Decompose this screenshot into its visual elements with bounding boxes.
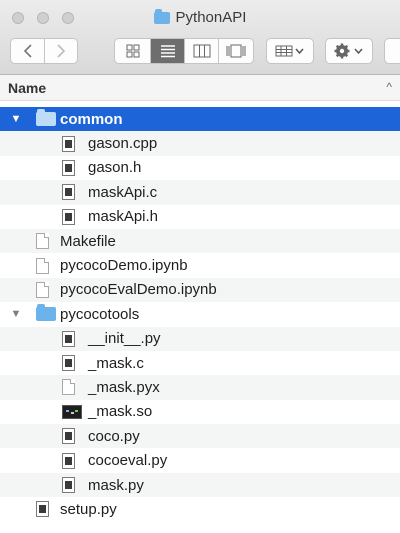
file-row[interactable]: setup.py (0, 497, 400, 521)
source-file-icon (62, 208, 75, 225)
file-row[interactable]: pycocoDemo.ipynb (0, 253, 400, 277)
file-row[interactable]: cocoeval.py (0, 448, 400, 472)
file-name: _mask.so (88, 403, 153, 421)
file-row[interactable]: _mask.so (0, 400, 400, 424)
file-name: pycocoDemo.ipynb (60, 257, 188, 275)
column-view-button[interactable] (185, 39, 219, 63)
file-row[interactable]: gason.h (0, 156, 400, 180)
icon-view-icon (126, 44, 139, 58)
source-file-icon (62, 330, 75, 347)
source-file-icon (62, 355, 75, 372)
coverflow-view-button[interactable] (219, 39, 253, 63)
file-name: mask.py (88, 476, 144, 494)
file-name: cocoeval.py (88, 452, 168, 470)
list-view-icon (160, 45, 175, 58)
chevron-right-icon (57, 44, 66, 58)
source-file-icon (62, 135, 75, 152)
file-name: maskApi.c (88, 183, 158, 201)
file-name: pycocotools (60, 305, 140, 323)
back-button[interactable] (11, 39, 45, 63)
arrange-button[interactable] (266, 38, 314, 64)
source-file-icon (62, 452, 75, 469)
disclosure-triangle-icon[interactable]: ▼ (10, 113, 22, 125)
finder-window: PythonAPI Name ^ ▼ common gason.cpp gaso… (0, 0, 400, 533)
binary-file-icon (62, 404, 82, 419)
file-name: gason.cpp (88, 135, 158, 153)
file-row[interactable]: coco.py (0, 424, 400, 449)
file-name: setup.py (60, 500, 117, 518)
file-name: coco.py (88, 427, 140, 445)
file-row[interactable]: Makefile (0, 228, 400, 254)
file-name: _mask.pyx (88, 378, 160, 396)
file-name: gason.h (88, 159, 142, 177)
coverflow-view-icon (226, 44, 246, 58)
source-file-icon (62, 159, 75, 176)
source-file-icon (62, 428, 75, 445)
arrange-grid-icon (275, 45, 304, 57)
source-file-icon (36, 501, 49, 518)
file-name: Makefile (60, 232, 116, 250)
view-mode-selector (114, 38, 254, 64)
file-row[interactable]: maskApi.h (0, 205, 400, 229)
source-file-icon (62, 477, 75, 494)
document-icon (62, 379, 75, 396)
toolbar: PythonAPI (0, 0, 400, 75)
file-name: maskApi.h (88, 208, 159, 226)
toolbar-overflow-button[interactable] (384, 38, 400, 64)
file-row[interactable]: _mask.c (0, 351, 400, 375)
folder-row[interactable]: ▼ pycocotools (0, 302, 400, 326)
folder-row[interactable]: ▼ common (0, 107, 400, 132)
document-icon (36, 233, 49, 250)
source-file-icon (62, 184, 75, 201)
file-list: ▼ common gason.cpp gason.h maskApi.c maskApi.… (0, 107, 400, 522)
column-view-icon (193, 44, 210, 58)
list-view-button[interactable] (151, 39, 185, 63)
gear-icon (334, 43, 363, 59)
document-icon (36, 281, 49, 298)
file-name: common (60, 110, 123, 128)
file-row[interactable]: _mask.pyx (0, 375, 400, 400)
window-title-text: PythonAPI (175, 9, 247, 26)
folder-icon (36, 109, 56, 127)
file-row[interactable]: mask.py (0, 472, 400, 498)
file-name: pycocoEvalDemo.ipynb (60, 281, 217, 299)
name-column-header[interactable]: Name (8, 80, 46, 96)
folder-icon (153, 8, 170, 24)
file-name: __init__.py (88, 330, 161, 348)
file-name: _mask.c (88, 354, 144, 372)
folder-icon (36, 304, 56, 322)
file-row[interactable]: pycocoEvalDemo.ipynb (0, 277, 400, 303)
sort-ascending-icon[interactable]: ^ (386, 80, 392, 94)
document-icon (36, 257, 49, 274)
action-button[interactable] (325, 38, 373, 64)
file-row[interactable]: gason.cpp (0, 131, 400, 156)
disclosure-triangle-icon[interactable]: ▼ (10, 308, 22, 320)
file-row[interactable]: __init__.py (0, 326, 400, 351)
window-title: PythonAPI (0, 8, 400, 28)
column-header: Name ^ (0, 75, 400, 101)
chevron-left-icon (23, 44, 32, 58)
forward-button[interactable] (45, 39, 77, 63)
icon-view-button[interactable] (115, 39, 151, 63)
nav-buttons (10, 38, 78, 64)
file-row[interactable]: maskApi.c (0, 180, 400, 205)
